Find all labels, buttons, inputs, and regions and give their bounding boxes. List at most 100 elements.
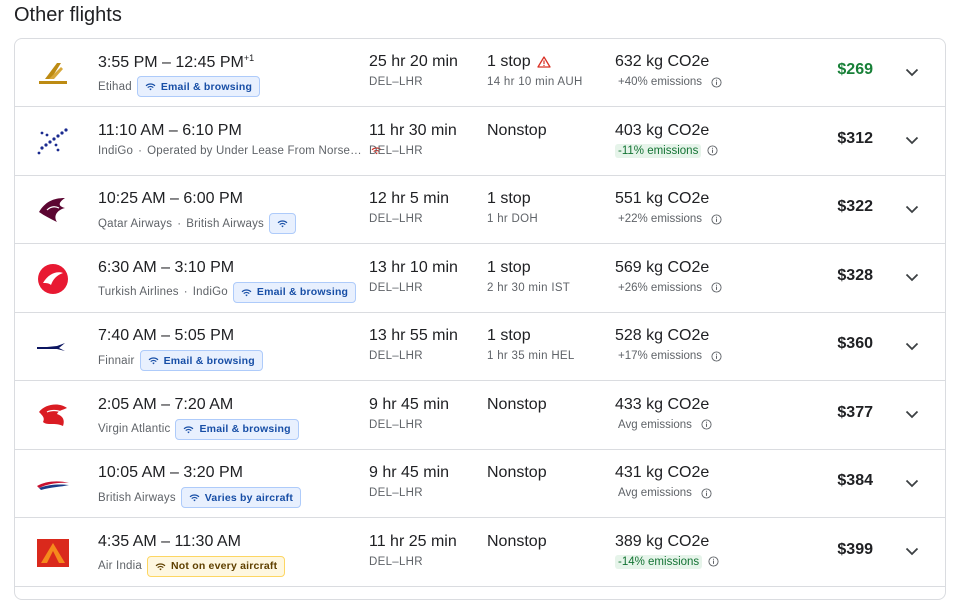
stops-label: 1 stop (487, 53, 531, 70)
separator: · (183, 286, 188, 298)
chevron-down-icon[interactable] (903, 543, 921, 561)
flight-price: $384 (837, 472, 873, 489)
co2-amount: 569 kg CO2e (615, 258, 710, 276)
airline-info: IndiGo · Operated by Under Lease From Nors… (98, 145, 382, 157)
wifi-icon (155, 562, 166, 571)
flight-row[interactable]: 10:25 AM – 6:00 PM Qatar Airways · British … (15, 176, 945, 244)
flight-stops: Nonstop (487, 396, 547, 414)
wifi-chip: Email & browsing (175, 418, 299, 440)
warning-triangle-icon[interactable] (536, 56, 551, 68)
info-icon[interactable] (711, 350, 722, 362)
wifi-chip-label: Varies by aircraft (204, 491, 294, 504)
info-icon[interactable] (701, 419, 712, 430)
airline-name: Virgin Atlantic (98, 423, 171, 435)
flight-route: DEL–LHR (369, 350, 423, 362)
wifi-chip-label: Email & browsing (163, 354, 255, 367)
emissions-info: +40% emissions (615, 75, 722, 89)
flight-duration: 13 hr 10 min (369, 258, 458, 276)
co2-amount: 433 kg CO2e (615, 395, 710, 413)
chevron-down-icon[interactable] (903, 406, 921, 424)
separator: · (177, 217, 182, 230)
info-icon[interactable] (701, 487, 712, 499)
wifi-chip: Email & browsing (232, 281, 357, 303)
flight-row[interactable]: 10:05 AM – 3:20 PM British Airways Varies … (15, 450, 945, 518)
wifi-chip: Email & browsing (136, 76, 261, 97)
flight-times: 10:25 AM – 6:00 PM (98, 190, 243, 207)
flight-price: $399 (837, 540, 873, 558)
flight-times: 11:10 AM – 6:10 PM (98, 121, 242, 139)
stops-label: Nonstop (487, 532, 547, 550)
wifi-chip: Varies by aircraft (180, 487, 302, 508)
wifi-icon (183, 425, 194, 434)
flight-row[interactable]: 11:10 AM – 6:10 PM IndiGo · Operated by Und… (15, 108, 945, 176)
airline-info: Qatar Airways · British Airways (98, 213, 296, 234)
emissions-info: Avg emissions (615, 486, 712, 500)
co2-amount: 389 kg CO2e (615, 532, 710, 550)
airline-name: British Airways (98, 491, 176, 504)
airline-name: Finnair (98, 354, 135, 367)
chevron-down-icon[interactable] (903, 132, 921, 150)
emissions-info: -14% emissions (615, 554, 719, 569)
flight-stops: 1 stop (487, 190, 531, 208)
stops-label: Nonstop (487, 464, 547, 481)
flight-route: DEL–LHR (369, 281, 423, 294)
flight-price: $328 (837, 266, 873, 284)
chevron-down-icon[interactable] (903, 200, 921, 218)
layover-info: 1 hr 35 min HEL (487, 350, 575, 362)
emissions-label: +40% emissions (618, 76, 703, 88)
flight-price: $360 (837, 335, 873, 352)
co2-amount: 632 kg CO2e (615, 53, 710, 70)
flight-price: $269 (837, 61, 873, 78)
airline-info: British Airways Varies by aircraft (98, 487, 302, 508)
emissions-label: +26% emissions (618, 281, 703, 294)
chevron-down-icon[interactable] (903, 269, 921, 287)
layover-info: 14 hr 10 min AUH (487, 76, 583, 88)
flight-row[interactable]: 3:55 PM – 12:45 PM+1 Etihad Email & browsi… (15, 39, 945, 107)
info-icon[interactable] (711, 282, 722, 293)
airline-info: Turkish Airlines · IndiGo Email & browsing (98, 281, 357, 303)
flight-price: $322 (837, 198, 873, 215)
info-icon[interactable] (711, 213, 722, 225)
emissions-info: +26% emissions (615, 281, 722, 295)
flight-route: DEL–LHR (369, 213, 423, 225)
info-icon[interactable] (708, 556, 719, 567)
flight-row[interactable]: 6:30 AM – 3:10 PM Turkish Airlines · IndiGo… (15, 245, 945, 313)
flights-list: 3:55 PM – 12:45 PM+1 Etihad Email & browsi… (14, 38, 946, 600)
flight-times: 10:05 AM – 3:20 PM (98, 464, 243, 481)
info-icon[interactable] (707, 145, 718, 156)
chevron-down-icon[interactable] (903, 474, 921, 492)
flight-duration: 13 hr 55 min (369, 327, 458, 344)
flight-stops: 1 stop (487, 327, 531, 345)
flight-row[interactable]: 2:05 AM – 7:20 AM Virgin Atlantic Email & … (15, 382, 945, 450)
emissions-label: Avg emissions (618, 418, 692, 431)
flight-route: DEL–LHR (369, 418, 423, 431)
airline-info: Virgin Atlantic Email & browsing (98, 418, 299, 440)
co2-amount: 528 kg CO2e (615, 327, 710, 344)
wifi-chip (269, 213, 296, 234)
flight-duration: 9 hr 45 min (369, 395, 450, 413)
airline-name: Qatar Airways (98, 217, 173, 230)
british-airways-logo (35, 468, 71, 500)
airline-info: Finnair Email & browsing (98, 350, 263, 371)
emissions-label: -14% emissions (615, 554, 703, 569)
flight-row[interactable]: 7:40 AM – 5:05 PM Finnair Email & browsing… (15, 313, 945, 381)
flight-times: 6:30 AM – 3:10 PM (98, 258, 235, 276)
indigo-logo (35, 126, 71, 158)
co2-amount: 403 kg CO2e (615, 121, 710, 139)
emissions-label: Avg emissions (618, 487, 692, 499)
flight-times: 4:35 AM – 11:30 AM (98, 532, 241, 550)
day-offset: +1 (243, 53, 255, 63)
virgin-logo (35, 400, 71, 432)
chevron-down-icon[interactable] (903, 63, 921, 81)
emissions-label: +22% emissions (618, 213, 703, 225)
chevron-down-icon[interactable] (903, 337, 921, 355)
emissions-info: +17% emissions (615, 349, 722, 363)
info-icon[interactable] (711, 76, 722, 88)
partner-airline: IndiGo (192, 286, 228, 298)
turkish-logo (35, 263, 71, 295)
flight-duration: 9 hr 45 min (369, 464, 450, 481)
flight-row[interactable]: 4:35 AM – 11:30 AM Air India Not on every … (15, 519, 945, 587)
flight-route: DEL–LHR (369, 76, 423, 88)
flight-duration: 12 hr 5 min (369, 190, 450, 207)
wifi-icon (148, 356, 159, 365)
